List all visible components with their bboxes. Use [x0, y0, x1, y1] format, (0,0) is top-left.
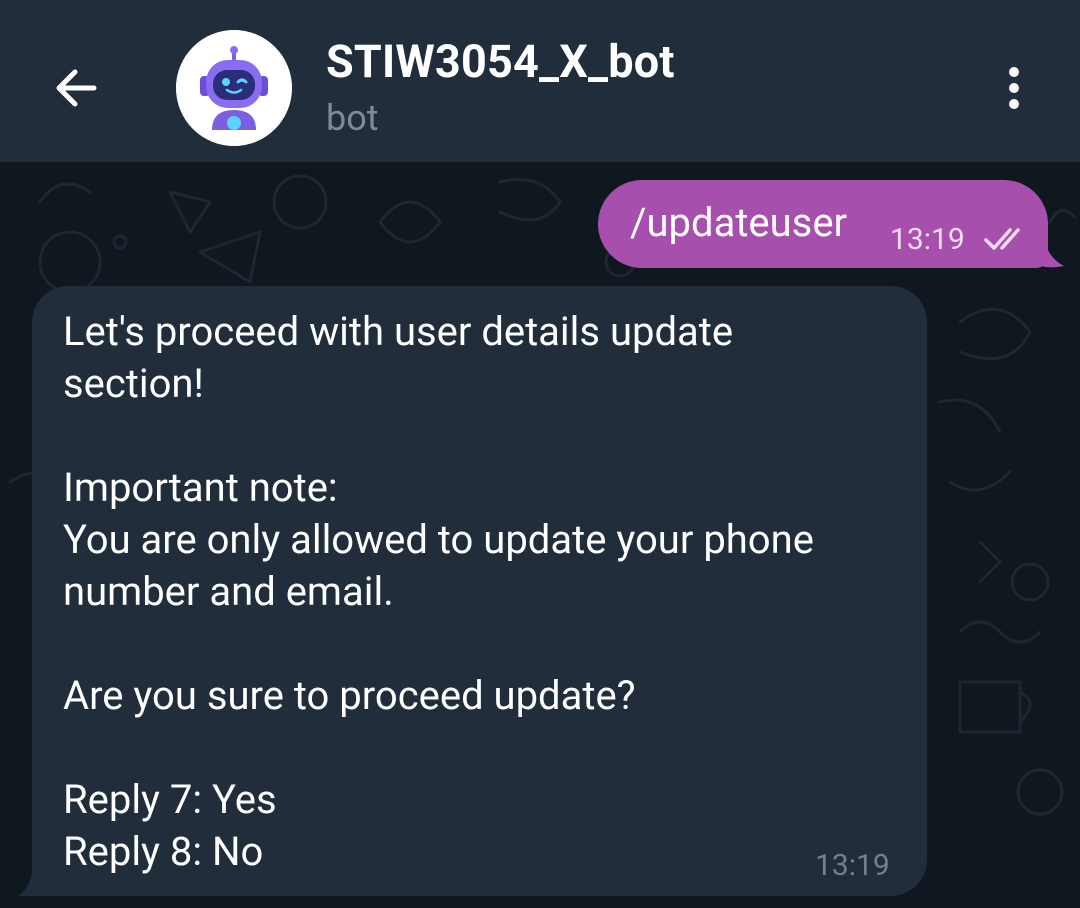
message-line: Important note:: [63, 464, 338, 511]
arrow-left-icon: [56, 69, 97, 107]
outgoing-message-time: 13:19: [890, 222, 965, 257]
outgoing-message-text: /updateuser: [630, 199, 848, 246]
message-line: section!: [63, 360, 204, 407]
message-line: Reply 8: No: [63, 828, 264, 875]
bot-avatar[interactable]: [176, 30, 292, 146]
outgoing-bubble-tail: [1030, 226, 1064, 268]
back-button[interactable]: [40, 52, 112, 124]
message-line: You are only allowed to update your phon…: [63, 516, 814, 563]
chat-subtitle: bot: [326, 97, 379, 139]
more-options-button[interactable]: [990, 56, 1038, 120]
chat-title: STIW3054_X_bot: [326, 35, 675, 88]
incoming-bubble-tail: [18, 868, 44, 896]
double-check-icon: [984, 228, 1020, 250]
incoming-message-text: Let's proceed with user details update s…: [63, 306, 913, 878]
message-line: Let's proceed with user details update: [63, 308, 734, 355]
incoming-message-time: 13:19: [815, 848, 890, 883]
robot-avatar: [176, 30, 292, 146]
message-line: Reply 7: Yes: [63, 776, 277, 823]
more-vertical-icon: [1009, 67, 1019, 109]
message-line: number and email.: [63, 568, 394, 615]
message-line: Are you sure to proceed update?: [63, 672, 636, 719]
